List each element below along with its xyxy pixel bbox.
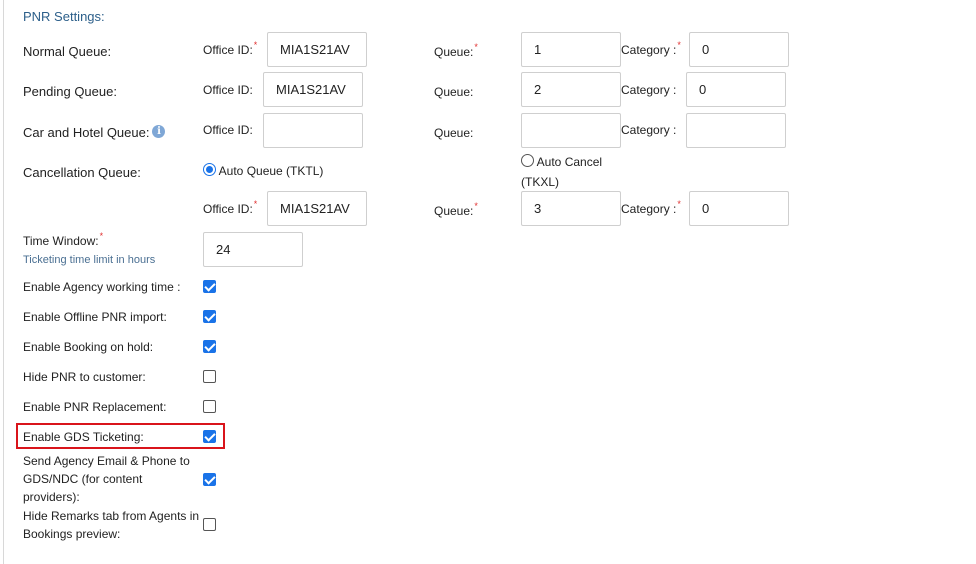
auto-cancel-option[interactable]: Auto Cancel	[521, 154, 602, 169]
normal-queue-input[interactable]	[521, 32, 621, 67]
send-agency-email-checkbox[interactable]	[203, 473, 216, 486]
carhotel-category-input[interactable]	[686, 113, 786, 148]
normal-queue-label: Normal Queue:	[23, 44, 112, 59]
pending-queue-field-label: Queue:	[434, 85, 474, 99]
carhotel-office-input[interactable]	[263, 113, 363, 148]
cancellation-category-label: Category :*	[621, 199, 681, 216]
cb-label-offline-pnr-import: Enable Offline PNR import:	[23, 310, 167, 324]
pending-queue-label: Pending Queue:	[23, 84, 117, 99]
cb-label-send-agency-email: Send Agency Email & Phone to GDS/NDC (fo…	[23, 454, 190, 504]
pending-queue-input[interactable]	[521, 72, 621, 107]
carhotel-office-label: Office ID:	[203, 123, 253, 137]
carhotel-category-label: Category :	[621, 123, 677, 137]
left-border	[3, 0, 4, 564]
hide-pnr-checkbox[interactable]	[203, 370, 216, 383]
cancellation-office-input[interactable]	[267, 191, 367, 226]
time-window-hint: Ticketing time limit in hours	[23, 254, 156, 266]
cancellation-office-label: Office ID:*	[203, 199, 258, 216]
time-window-label: Time Window:*	[23, 231, 104, 248]
agency-working-time-checkbox[interactable]	[203, 280, 216, 293]
normal-category-input[interactable]	[689, 32, 789, 67]
auto-queue-radio[interactable]	[203, 163, 216, 176]
cancellation-category-input[interactable]	[689, 191, 789, 226]
time-window-input[interactable]	[203, 232, 303, 267]
pnr-replacement-checkbox[interactable]	[203, 400, 216, 413]
carhotel-queue-label: Car and Hotel Queue: i	[23, 125, 166, 140]
pending-office-input[interactable]	[263, 72, 363, 107]
section-title: PNR Settings:	[23, 9, 105, 24]
normal-category-label: Category :*	[621, 40, 681, 57]
pending-category-label: Category :	[621, 83, 677, 97]
offline-pnr-import-checkbox[interactable]	[203, 310, 216, 323]
auto-cancel-radio[interactable]	[521, 154, 534, 167]
normal-office-label: Office ID:*	[203, 40, 258, 57]
hide-remarks-checkbox[interactable]	[203, 518, 216, 531]
normal-office-input[interactable]	[267, 32, 367, 67]
cb-label-gds-ticketing: Enable GDS Ticketing:	[23, 430, 144, 444]
cb-label-hide-pnr: Hide PNR to customer:	[23, 370, 146, 384]
cancellation-queue-label: Cancellation Queue:	[23, 165, 141, 180]
cb-label-hide-remarks: Hide Remarks tab from Agents in Bookings…	[23, 509, 200, 541]
cb-label-agency-working-time: Enable Agency working time :	[23, 280, 181, 294]
gds-ticketing-checkbox[interactable]	[203, 430, 216, 443]
cb-label-booking-on-hold: Enable Booking on hold:	[23, 340, 154, 354]
pending-office-label: Office ID:	[203, 83, 253, 97]
cb-label-pnr-replacement: Enable PNR Replacement:	[23, 400, 167, 414]
cancellation-queue-field-label: Queue:*	[434, 201, 478, 218]
cancellation-queue-input[interactable]	[521, 191, 621, 226]
normal-queue-field-label: Queue:*	[434, 42, 478, 59]
carhotel-queue-field-label: Queue:	[434, 126, 474, 140]
pending-category-input[interactable]	[686, 72, 786, 107]
info-circle-icon[interactable]: i	[152, 125, 166, 138]
booking-on-hold-checkbox[interactable]	[203, 340, 216, 353]
auto-cancel-label-line2: (TKXL)	[521, 175, 560, 189]
auto-queue-option[interactable]: Auto Queue (TKTL)	[203, 163, 323, 178]
carhotel-queue-input[interactable]	[521, 113, 621, 148]
